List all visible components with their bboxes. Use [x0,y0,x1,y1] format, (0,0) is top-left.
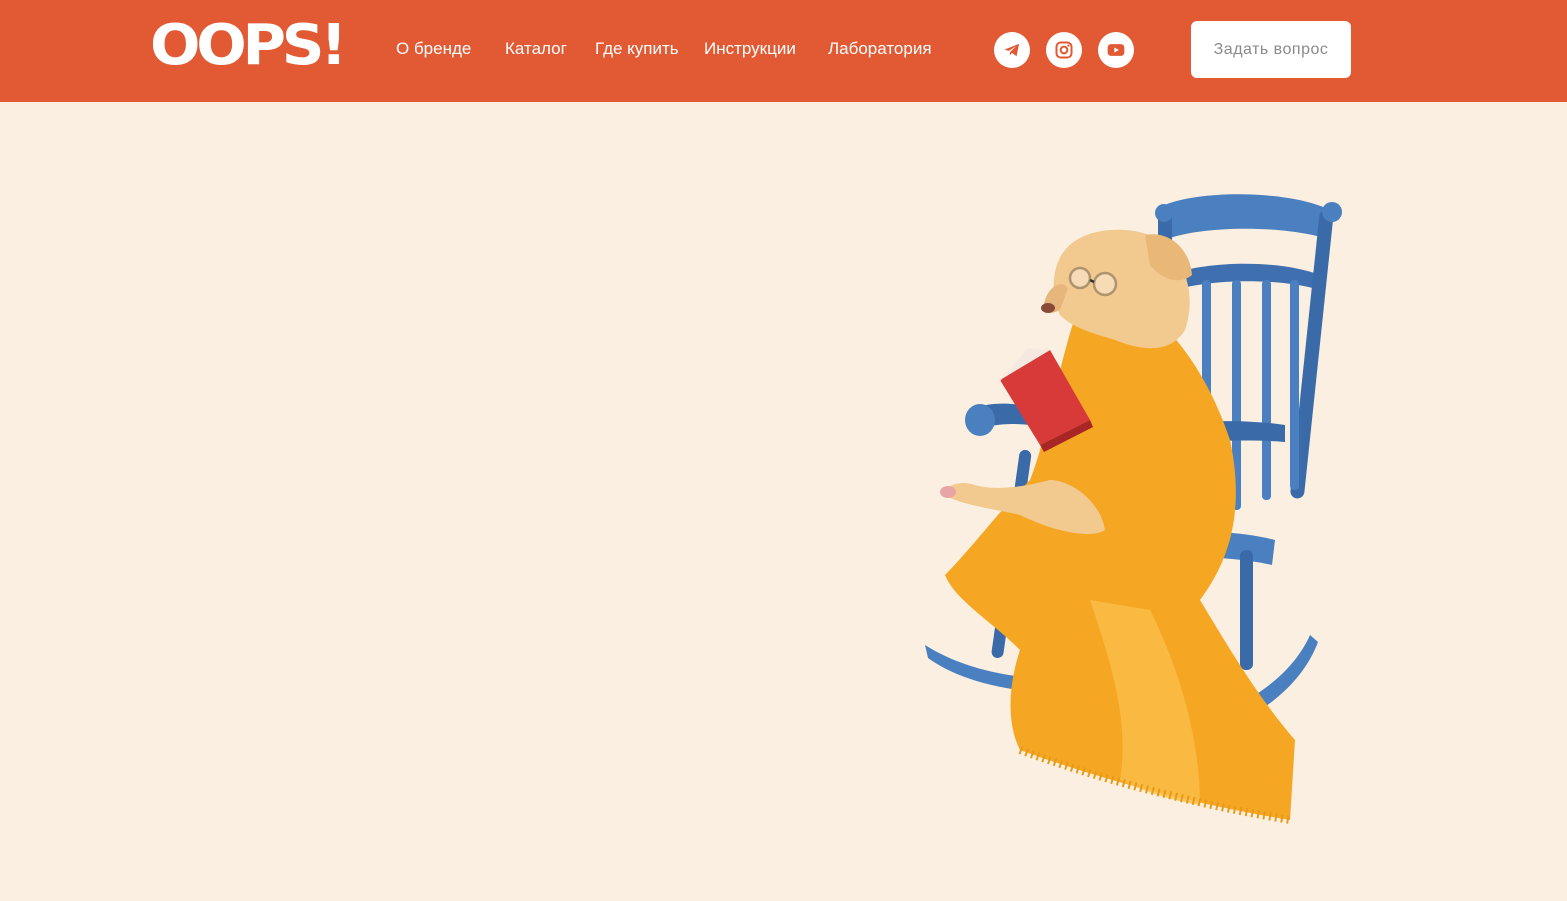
youtube-link[interactable] [1098,32,1134,68]
telegram-link[interactable] [994,32,1030,68]
brand-logo[interactable]: OOPS! [150,18,347,74]
nav-item-instructions[interactable]: Инструкции [704,38,796,60]
instagram-link[interactable] [1046,32,1082,68]
nav-item-catalog[interactable]: Каталог [505,38,567,60]
instagram-icon [1055,41,1073,59]
telegram-icon [1004,43,1020,57]
site-header: OOPS! О бренде Каталог Где купить Инстру… [0,0,1567,102]
ask-question-button[interactable]: Задать вопрос [1191,21,1351,78]
nav-item-laboratory[interactable]: Лаборатория [828,38,932,60]
youtube-icon [1107,44,1125,56]
dog-rocking-chair-illustration [925,194,1342,824]
nav-item-where-to-buy[interactable]: Где купить [595,38,679,60]
nav-item-about-brand[interactable]: О бренде [396,38,471,60]
